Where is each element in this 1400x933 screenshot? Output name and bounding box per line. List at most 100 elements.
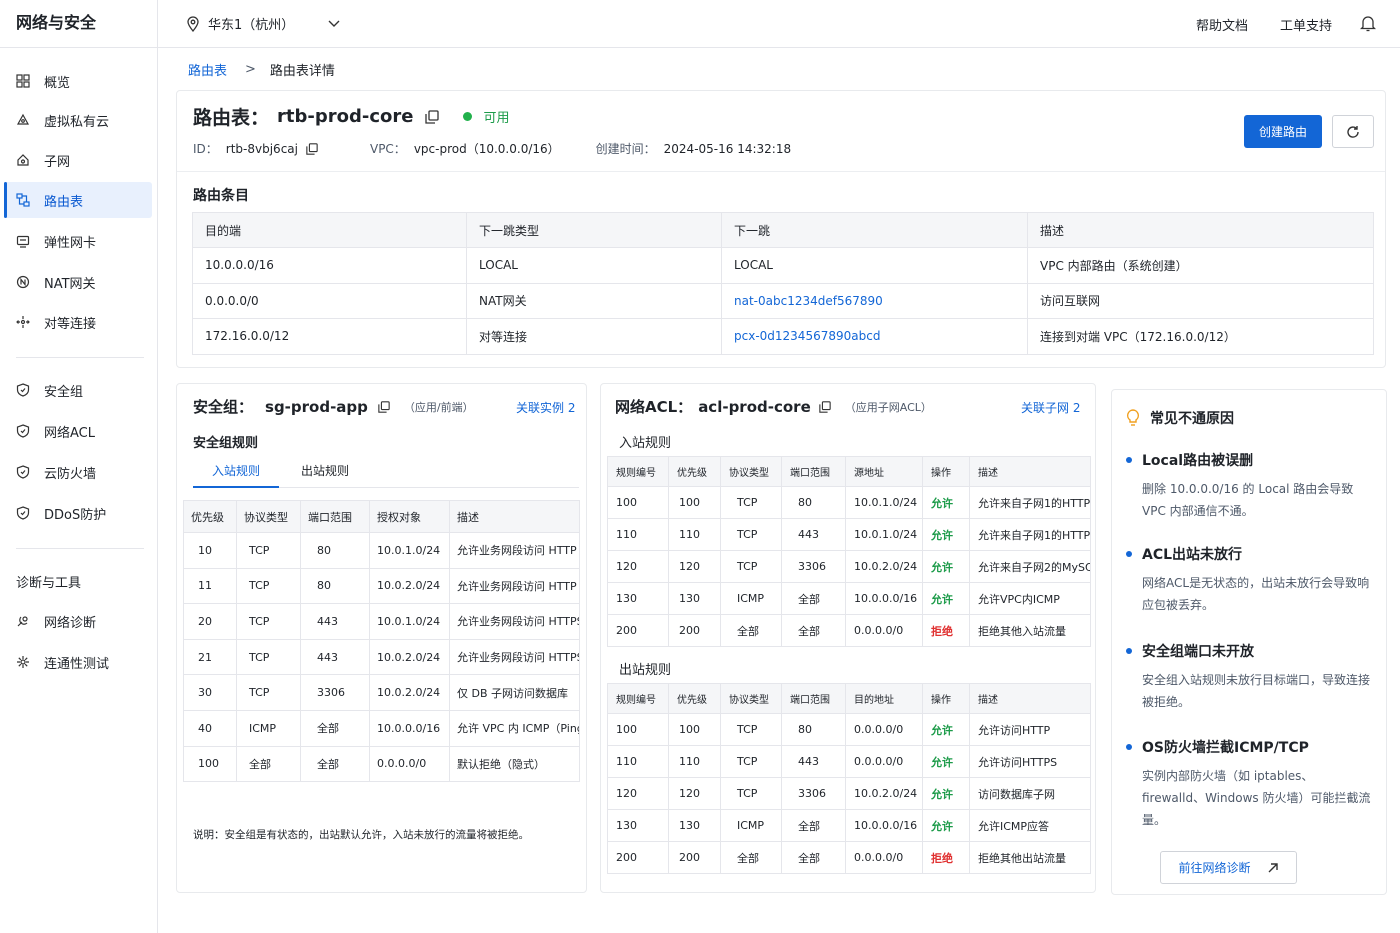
tab-outbound[interactable]: 出站规则	[299, 462, 351, 488]
status-text: 可用	[483, 111, 510, 126]
route-table-meta: ID： rtb-8vbj6caj VPC： vpc-prod（10.0.0.0/…	[193, 140, 791, 157]
tip-title: Local路由被误删	[1142, 453, 1254, 469]
chevron-down-icon	[328, 20, 340, 27]
route-desc: 连接到对端 VPC（172.16.0.0/12）	[1027, 318, 1374, 355]
action-cell: 拒绝	[922, 614, 970, 647]
shield-icon	[16, 506, 30, 520]
copy-icon[interactable]	[378, 400, 390, 413]
breadcrumb-current: 路由表详情	[269, 64, 335, 79]
copy-icon[interactable]	[306, 142, 318, 155]
sidebar-item-peering[interactable]: 对等连接	[4, 304, 152, 340]
topbar: 华东1（杭州） 帮助文档 工单支持	[158, 0, 1400, 48]
help-docs-link[interactable]: 帮助文档	[1196, 15, 1248, 34]
table-row: 200 200 全部 全部 0.0.0.0/0 拒绝 拒绝其他出站流量	[607, 841, 1091, 874]
rule-number-cell: 200	[607, 841, 669, 874]
tab-inbound[interactable]: 入站规则	[193, 462, 279, 488]
tip-title: 安全组端口未开放	[1142, 644, 1254, 660]
priority-cell: 10	[183, 532, 237, 569]
acl-hint: （应用子网ACL）	[844, 400, 932, 414]
rule-number-cell: 200	[607, 614, 669, 647]
sidebar-item-label: 网络诊断	[44, 615, 97, 631]
table-row: 130 130 ICMP 全部 10.0.0.0/16 允许 允许VPC内ICMP	[607, 582, 1091, 615]
priority-cell: 20	[183, 603, 237, 640]
port-cell: 全部	[781, 582, 846, 615]
sidebar-item-vpc[interactable]: 虚拟私有云	[4, 102, 152, 138]
tip-item: Local路由被误删 删除 10.0.0.0/16 的 Local 路由会导致 …	[1126, 450, 1376, 522]
source-cell: 10.0.0.0/16	[369, 709, 450, 747]
sidebar-divider	[16, 548, 144, 549]
tip-desc: 实例内部防火墙（如 iptables、firewalld、Windows 防火墙…	[1142, 769, 1371, 827]
id-label: ID：	[193, 142, 218, 156]
desc-cell: 允许业务网段访问 HTTPS	[449, 603, 580, 640]
ticket-support-link[interactable]: 工单支持	[1280, 15, 1332, 34]
breadcrumb: 路由表 > 路由表详情	[188, 60, 335, 79]
column-header: 端口范围	[781, 683, 846, 714]
action-cell: 允许	[922, 777, 970, 810]
tip-item: 安全组端口未开放 安全组入站规则未放行目标端口，导致连接被拒绝。	[1126, 641, 1376, 713]
tip-desc: 网络ACL是无状态的，出站未放行会导致响应包被丢弃。	[1142, 576, 1370, 612]
refresh-button[interactable]	[1332, 115, 1374, 148]
nat-gateway-icon	[16, 275, 30, 289]
troubleshooting-tips-card: 常见不通原因 Local路由被误删 删除 10.0.0.0/16 的 Local…	[1111, 389, 1387, 895]
associated-subnets-link[interactable]: 关联子网 2	[1021, 399, 1080, 416]
sidebar-item-subnet[interactable]: 子网	[4, 142, 152, 178]
sidebar-item-ddos[interactable]: DDoS防护	[4, 495, 152, 531]
copy-icon[interactable]	[425, 109, 440, 124]
protocol-cell: 全部	[720, 614, 782, 647]
breadcrumb-parent[interactable]: 路由表	[188, 60, 227, 79]
sidebar-item-label: DDoS防护	[44, 507, 107, 523]
sidebar-item-route-table[interactable]: 路由表	[4, 182, 152, 218]
copy-icon[interactable]	[819, 400, 831, 413]
sidebar-item-network-diagnose[interactable]: 网络诊断	[4, 603, 152, 639]
table-row: 11 TCP 80 10.0.2.0/24 允许业务网段访问 HTTP	[183, 567, 580, 605]
address-cell: 10.0.0.0/16	[845, 809, 923, 842]
sidebar-item-nat[interactable]: NAT网关	[4, 264, 152, 300]
created-value: 2024-05-16 14:32:18	[663, 141, 792, 156]
table-row: 30 TCP 3306 10.0.2.0/24 仅 DB 子网访问数据库	[183, 674, 580, 711]
region-selector[interactable]: 华东1（杭州）	[186, 14, 348, 33]
route-table-icon	[16, 193, 30, 207]
desc-cell: 允许业务网段访问 HTTP	[449, 532, 580, 569]
protocol-cell: 全部	[720, 841, 782, 874]
next-hop-link[interactable]: nat-0abc1234def567890	[734, 294, 883, 308]
acl-inbound-table: 规则编号 优先级 协议类型 端口范围 源地址 操作 描述 100 100 TCP 80…	[607, 456, 1091, 647]
sidebar-item-connectivity-test[interactable]: 连通性测试	[4, 644, 152, 680]
associated-instances-link[interactable]: 关联实例 2	[516, 399, 575, 416]
priority-cell: 21	[183, 638, 237, 676]
port-cell: 3306	[781, 550, 846, 583]
table-row: 21 TCP 443 10.0.2.0/24 允许业务网段访问 HTTPS	[183, 638, 580, 676]
rule-number-cell: 100	[607, 486, 669, 519]
tips-title: 常见不通原因	[1150, 411, 1234, 427]
location-pin-icon	[187, 15, 199, 32]
table-row: 100 全部 全部 0.0.0.0/0 默认拒绝（隐式）	[183, 745, 580, 783]
route-entries-table: 目的端 下一跳类型 下一跳 描述 10.0.0.0/16 LOCAL LOCAL…	[192, 212, 1374, 355]
priority-cell: 200	[668, 614, 721, 647]
sidebar-item-acl[interactable]: 网络ACL	[4, 413, 152, 449]
route-desc: 访问互联网	[1027, 282, 1374, 319]
create-route-button[interactable]: 创建路由	[1244, 115, 1322, 148]
go-network-diagnose-button[interactable]: 前往网络诊断	[1160, 851, 1297, 884]
vpc-value: vpc-prod（10.0.0.0/16）	[413, 142, 560, 156]
table-row: 20 TCP 443 10.0.1.0/24 允许业务网段访问 HTTPS	[183, 603, 580, 640]
rule-number-cell: 100	[607, 713, 669, 746]
sidebar-item-label: 弹性网卡	[44, 235, 97, 251]
route-entries-title: 路由条目	[193, 188, 249, 204]
route-dest: 0.0.0.0/0	[192, 282, 467, 319]
sidebar-item-firewall[interactable]: 云防火墙	[4, 454, 152, 490]
address-cell: 0.0.0.0/0	[845, 713, 923, 746]
column-header: 描述	[969, 683, 1091, 714]
sidebar-item-label: 安全组	[44, 384, 84, 400]
sidebar-item-eni[interactable]: 弹性网卡	[4, 223, 152, 259]
rule-number-cell: 130	[607, 809, 669, 842]
sidebar-item-overview[interactable]: 概览	[4, 63, 152, 99]
acl-outbound-table: 规则编号 优先级 协议类型 端口范围 目的地址 操作 描述 100 100 TCP 8…	[607, 683, 1091, 874]
address-cell: 10.0.2.0/24	[845, 550, 923, 583]
security-group-hint: （应用/前端）	[403, 400, 474, 414]
table-row: 110 110 TCP 443 10.0.1.0/24 允许 允许来自子网1的HTTPS	[607, 518, 1091, 551]
action-cell: 允许	[922, 713, 970, 746]
diagnose-icon	[16, 614, 30, 628]
bell-icon[interactable]	[1359, 15, 1377, 36]
security-group-rules-title: 安全组规则	[193, 436, 259, 451]
next-hop-link[interactable]: pcx-0d1234567890abcd	[734, 329, 880, 343]
sidebar-item-security-group[interactable]: 安全组	[4, 372, 152, 408]
